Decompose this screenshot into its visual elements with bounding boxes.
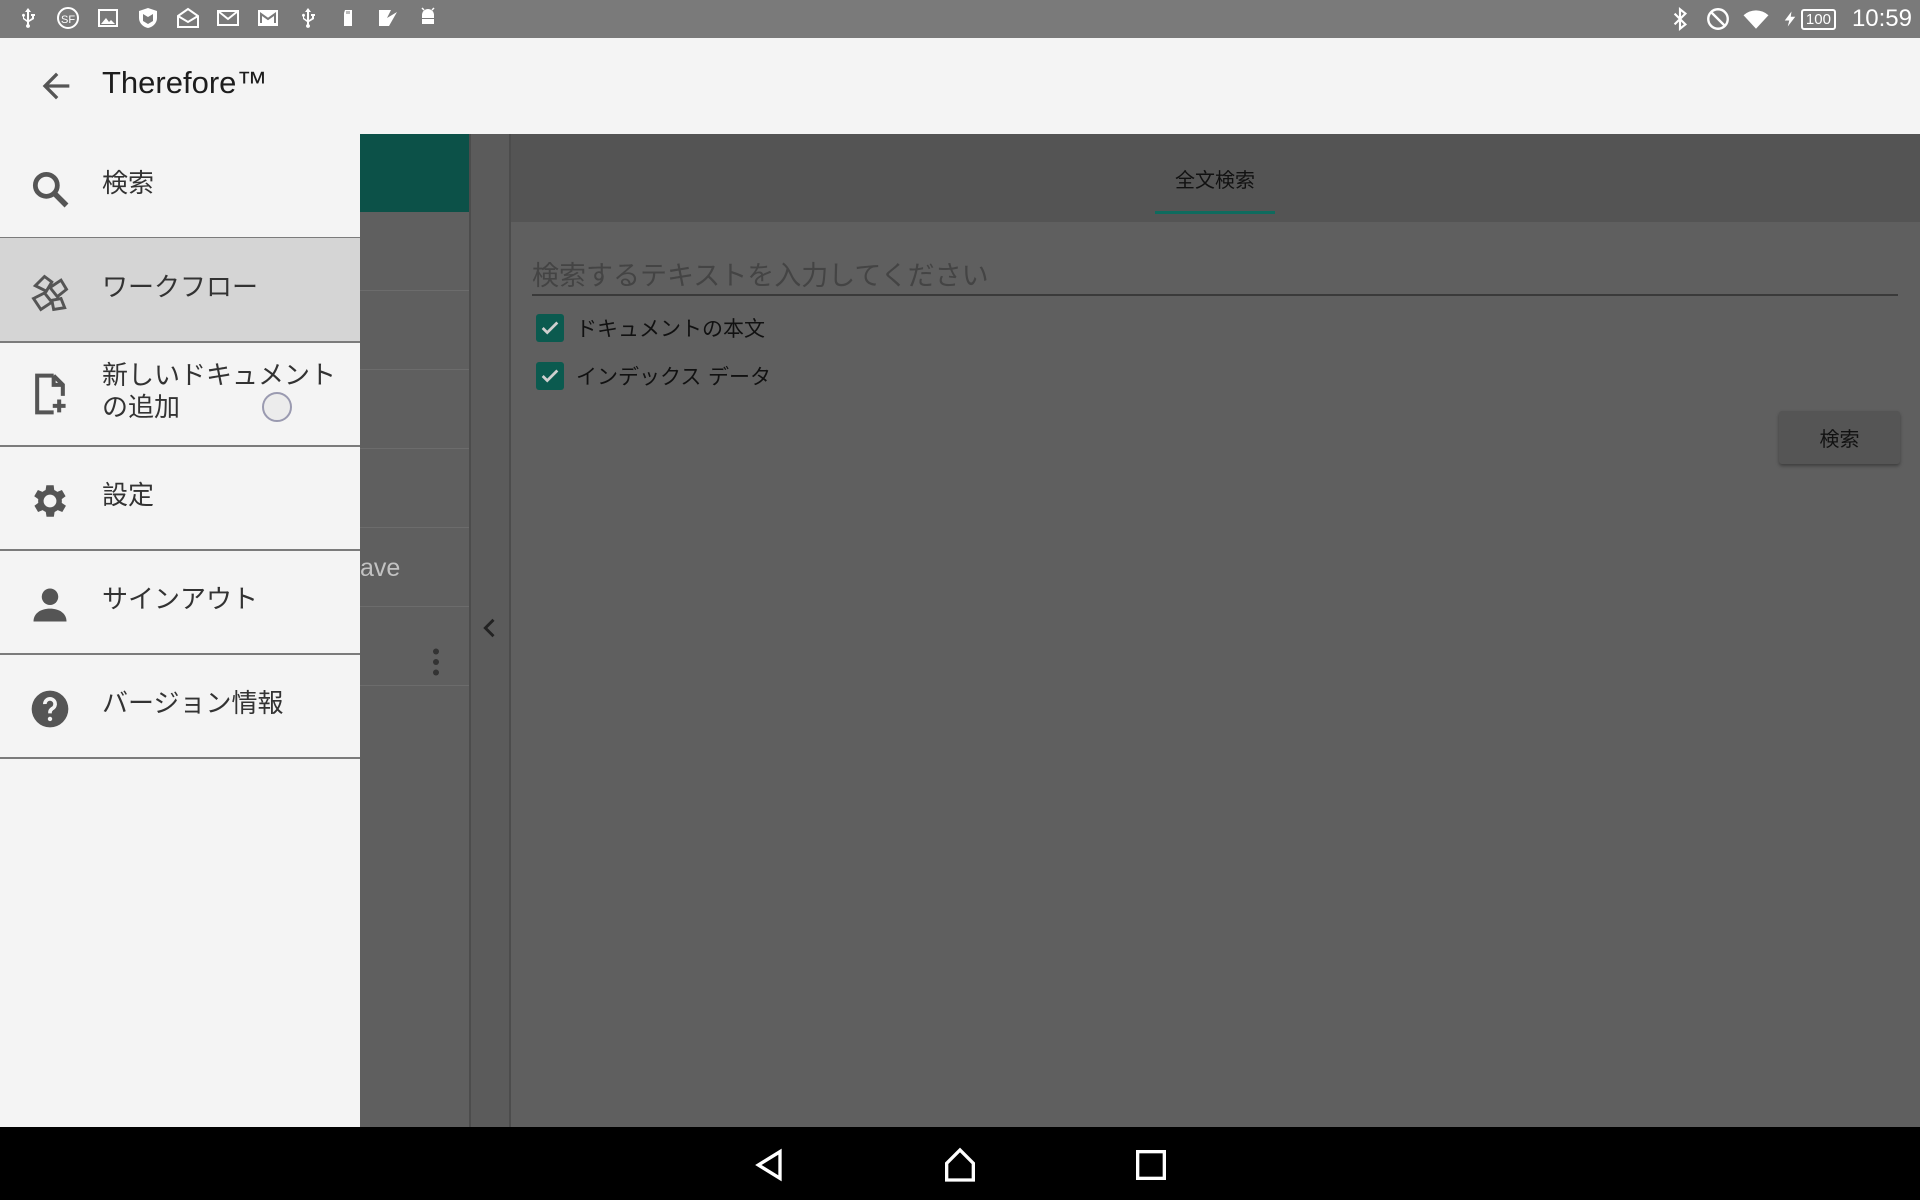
list-panel-header bbox=[360, 134, 469, 212]
drawer-item-settings[interactable]: 設定 bbox=[0, 446, 360, 551]
wifi-icon bbox=[1743, 10, 1769, 29]
document-body-option: ドキュメントの本文 bbox=[536, 312, 765, 344]
document-body-checkbox bbox=[536, 314, 564, 342]
search-button: 検索 bbox=[1779, 411, 1900, 464]
app-title: Therefore™ bbox=[102, 65, 268, 100]
mail-open-icon bbox=[177, 7, 199, 28]
search-placeholder: 検索するテキストを入力してください bbox=[532, 261, 989, 292]
nav-recents-icon[interactable] bbox=[1131, 1145, 1171, 1185]
battery-level: 100 bbox=[1800, 8, 1836, 30]
chevron-left-icon bbox=[483, 618, 495, 638]
drawer-item-label: サインアウト bbox=[102, 585, 259, 615]
drawer-item-label: 新しいドキュメント の追加 bbox=[102, 361, 337, 423]
drawer-item-add-document[interactable]: 新しいドキュメント の追加 bbox=[0, 342, 360, 447]
search-icon bbox=[32, 171, 69, 208]
back-arrow-icon[interactable] bbox=[36, 66, 76, 106]
usb-debug-icon bbox=[302, 8, 315, 28]
drawer-item-label: 検索 bbox=[102, 169, 155, 199]
drawer-item-sign-out[interactable]: サインアウト bbox=[0, 550, 360, 655]
add-document-icon bbox=[35, 373, 66, 415]
checkmark-icon bbox=[541, 321, 559, 335]
list-item bbox=[360, 291, 469, 370]
document-list-panel: ave bbox=[360, 134, 471, 1127]
drawer-item-label: 設定 bbox=[102, 481, 155, 511]
battery-indicator: 100 bbox=[1781, 6, 1836, 32]
nav-home-icon[interactable] bbox=[940, 1145, 980, 1185]
bluetooth-icon bbox=[1673, 6, 1687, 32]
drawer-item-version-info[interactable]: バージョン情報 bbox=[0, 654, 360, 759]
tab-fulltext-search: 全文検索 bbox=[1155, 134, 1275, 222]
index-data-option: インデックス データ bbox=[536, 360, 771, 392]
drawer-item-workflow[interactable]: ワークフロー bbox=[0, 238, 360, 422]
android-debug-icon bbox=[421, 7, 435, 24]
gmail-icon bbox=[258, 10, 278, 26]
search-tab-bar: 全文検索 bbox=[511, 134, 1920, 222]
navigation-drawer: 検索 ワークフロー 新しいドキュメント の追加 設定 サインアウト バージョン情… bbox=[0, 134, 360, 1127]
help-icon bbox=[31, 690, 69, 728]
sd-card-icon bbox=[344, 10, 352, 26]
workflow-icon bbox=[31, 274, 69, 312]
status-bar: SF 100 10:59 bbox=[0, 0, 1920, 38]
checkmark-icon bbox=[541, 369, 559, 383]
tab-label: 全文検索 bbox=[1175, 168, 1255, 192]
sf-app-icon: SF bbox=[57, 7, 79, 29]
drawer-item-search[interactable]: 検索 bbox=[0, 134, 360, 239]
fulltext-search-input: 検索するテキストを入力してください bbox=[532, 252, 1898, 296]
nav-back-icon[interactable] bbox=[750, 1145, 790, 1185]
svg-text:SF: SF bbox=[61, 14, 75, 26]
clock: 10:59 bbox=[1851, 5, 1912, 32]
index-data-label: インデックス データ bbox=[576, 365, 772, 389]
gear-icon bbox=[34, 485, 66, 517]
list-item-text: ave bbox=[360, 554, 401, 582]
drawer-header: Therefore™ bbox=[0, 38, 1920, 134]
drawer-item-label: ワークフロー bbox=[102, 273, 259, 303]
document-body-label: ドキュメントの本文 bbox=[576, 317, 765, 341]
tab-indicator bbox=[1155, 211, 1275, 214]
mail-icon bbox=[217, 10, 239, 26]
more-vert-icon bbox=[433, 648, 439, 676]
panel-collapse-strip bbox=[471, 134, 511, 1127]
drawer-item-label: バージョン情報 bbox=[102, 689, 284, 719]
list-item bbox=[360, 449, 469, 528]
mcafee-icon bbox=[139, 8, 157, 28]
index-data-checkbox bbox=[536, 362, 564, 390]
usb-icon bbox=[22, 8, 35, 28]
charging-icon bbox=[1784, 11, 1796, 27]
person-icon bbox=[33, 588, 67, 622]
do-not-disturb-icon bbox=[1706, 8, 1729, 30]
list-item bbox=[360, 212, 469, 291]
system-navigation-bar bbox=[0, 1127, 1920, 1200]
image-icon bbox=[98, 9, 118, 27]
list-item bbox=[360, 370, 469, 449]
checkmark-app-icon bbox=[379, 10, 397, 26]
